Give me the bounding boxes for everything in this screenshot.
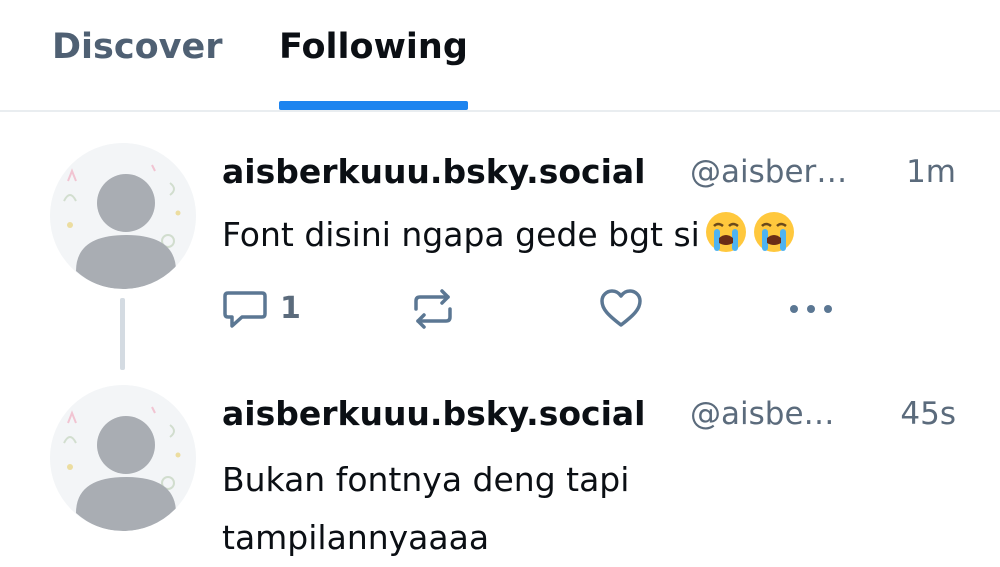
post-handle[interactable]: @aisber…	[690, 150, 895, 194]
reply-button[interactable]: 1	[222, 287, 312, 331]
post-body: Bukan fontnya deng tapi tampilannyaaaa	[222, 451, 629, 567]
loudly-crying-face-icon	[753, 212, 794, 252]
comment-icon	[223, 291, 267, 328]
post-header: aisberkuuu.bsky.social @aisbe… 45s	[222, 392, 962, 436]
more-horizontal-icon	[790, 305, 832, 313]
tab-discover[interactable]: Discover	[52, 24, 223, 70]
repost-button[interactable]	[410, 287, 456, 331]
heart-icon	[600, 289, 642, 327]
post-text: Font disini ngapa gede bgt si	[222, 215, 700, 254]
post-text-line: tampilannyaaaa	[222, 518, 490, 557]
post-text-line: Bukan fontnya deng tapi	[222, 460, 630, 499]
avatar[interactable]	[50, 143, 196, 289]
post-body: Font disini ngapa gede bgt si	[222, 209, 796, 261]
loudly-crying-face-icon	[705, 212, 746, 252]
post-author[interactable]: aisberkuuu.bsky.social	[222, 150, 645, 194]
reply-count: 1	[280, 291, 301, 326]
post-time[interactable]: 45s	[900, 392, 956, 436]
thread-line	[120, 298, 125, 370]
post-handle[interactable]: @aisbe…	[690, 392, 872, 436]
tab-following[interactable]: Following	[279, 24, 468, 70]
default-user-avatar-icon	[50, 143, 196, 289]
like-button[interactable]	[598, 287, 644, 331]
feed-tabs: Discover Following	[0, 0, 1000, 112]
post-author[interactable]: aisberkuuu.bsky.social	[222, 392, 645, 436]
repost-icon	[414, 289, 452, 329]
post-time[interactable]: 1m	[906, 150, 956, 194]
more-options-button[interactable]	[786, 287, 836, 331]
avatar[interactable]	[50, 385, 196, 531]
post-header: aisberkuuu.bsky.social @aisber… 1m	[222, 150, 962, 194]
active-tab-indicator	[279, 101, 468, 110]
default-user-avatar-icon	[50, 385, 196, 531]
